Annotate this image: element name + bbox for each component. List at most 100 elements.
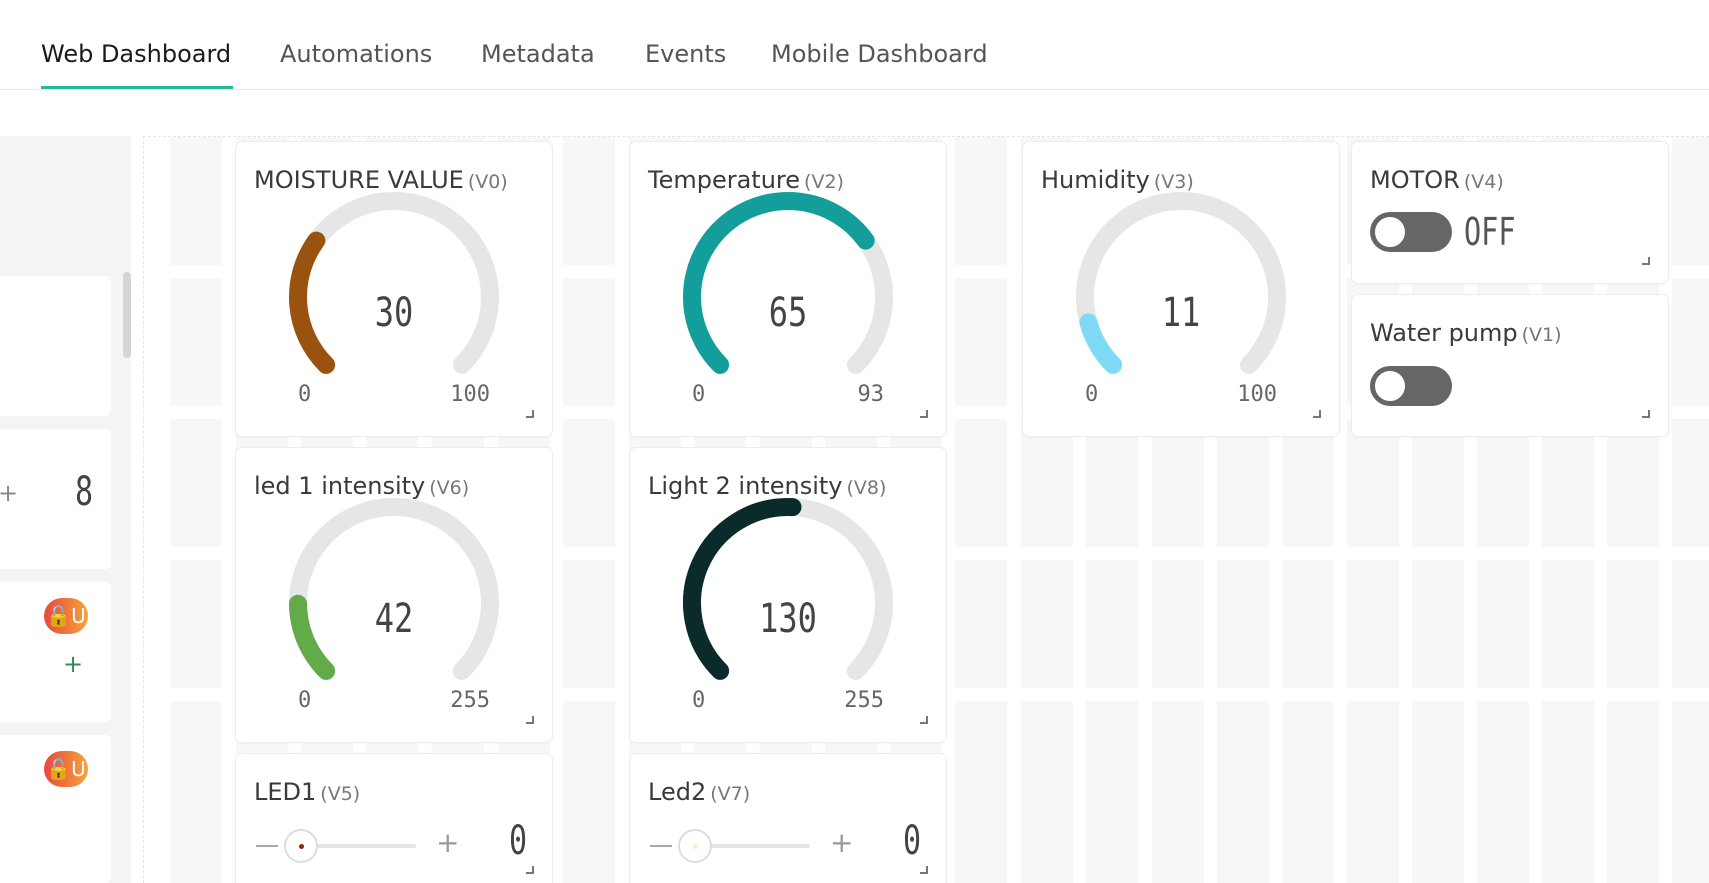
gauge-widget-moisture[interactable]: MOISTURE VALUE (V0) 30 0 100 — [236, 142, 552, 436]
widget-title: MOTOR (V4) — [1370, 166, 1504, 194]
grid-cell — [1672, 560, 1709, 688]
widget-box-panel: + 8 🔓U + 🔓U — [0, 136, 131, 883]
tab-mobile-dashboard[interactable]: Mobile Dashboard — [771, 40, 988, 68]
grid-cell — [1086, 419, 1138, 547]
motor-state-label: OFF — [1464, 210, 1516, 254]
grid-cell — [1152, 419, 1204, 547]
resize-handle-icon[interactable] — [526, 410, 534, 418]
gauge-value: 42 — [374, 596, 414, 642]
resize-handle-icon[interactable] — [920, 410, 928, 418]
water-pump-toggle-switch[interactable] — [1370, 366, 1452, 406]
resize-handle-icon[interactable] — [526, 866, 534, 874]
gauge-value: 11 — [1161, 290, 1201, 336]
active-tab-indicator — [41, 86, 233, 89]
grid-cell — [1282, 419, 1334, 547]
switch-widget-motor[interactable]: MOTOR (V4) OFF — [1352, 142, 1668, 283]
gauge-min-label: 0 — [692, 382, 706, 407]
grid-cell — [1607, 701, 1659, 883]
grid-cell — [1086, 560, 1138, 688]
unlock-badge-icon[interactable]: 🔓U — [44, 598, 88, 634]
gauge-min-label: 0 — [692, 688, 706, 713]
tab-metadata[interactable]: Metadata — [481, 40, 595, 68]
gauge-max-label: 100 — [450, 382, 490, 407]
widget-box-card[interactable]: + 8 — [0, 429, 111, 569]
slider-decrement-icon[interactable] — [650, 845, 672, 847]
grid-cell — [563, 137, 615, 265]
widget-title: Led2 (V7) — [648, 778, 751, 806]
resize-handle-icon[interactable] — [1642, 257, 1650, 265]
grid-cell — [1412, 419, 1464, 547]
slider-track[interactable] — [700, 844, 810, 848]
grid-cell — [1282, 701, 1334, 883]
resize-handle-icon[interactable] — [526, 716, 534, 724]
slider-thumb[interactable] — [678, 829, 712, 863]
slider-widget-led1[interactable]: LED1 (V5) + 0 — [236, 754, 552, 883]
slider-increment-icon[interactable]: + — [830, 826, 853, 859]
scrollbar[interactable] — [123, 272, 131, 358]
slider-thumb-dot — [693, 844, 698, 849]
slider-thumb[interactable] — [284, 829, 318, 863]
gauge-widget-light2-intensity[interactable]: Light 2 intensity (V8) 130 0 255 — [630, 448, 946, 742]
grid-cell — [1086, 701, 1138, 883]
gauge-track — [289, 192, 499, 374]
slider-widget-led2[interactable]: Led2 (V7) + 0 — [630, 754, 946, 883]
grid-cell — [170, 560, 222, 688]
grid-cell — [1672, 278, 1709, 406]
grid-cell — [955, 137, 1007, 265]
grid-cell — [1021, 701, 1073, 883]
grid-cell — [955, 419, 1007, 547]
add-widget-icon[interactable]: + — [63, 650, 83, 678]
slider-increment-icon[interactable]: + — [436, 826, 459, 859]
grid-cell — [563, 701, 615, 883]
gauge-dial — [683, 192, 893, 374]
grid-cell — [955, 560, 1007, 688]
resize-handle-icon[interactable] — [920, 866, 928, 874]
gauge-dial — [289, 498, 499, 680]
slider-value: 0 — [903, 818, 922, 864]
grid-cell — [1542, 701, 1594, 883]
widget-box-card[interactable]: 🔓U — [0, 735, 111, 883]
gauge-max-label: 255 — [450, 688, 490, 713]
switch-widget-water-pump[interactable]: Water pump (V1) — [1352, 295, 1668, 436]
grid-cell — [1217, 419, 1269, 547]
grid-cell — [1542, 560, 1594, 688]
grid-cell — [1347, 701, 1399, 883]
grid-cell — [1607, 560, 1659, 688]
stepper-plus-icon[interactable]: + — [0, 479, 18, 507]
grid-cell — [1477, 419, 1529, 547]
gauge-widget-humidity[interactable]: Humidity (V3) 11 0 100 — [1023, 142, 1339, 436]
grid-cell — [170, 278, 222, 406]
gauge-value: 130 — [759, 596, 817, 642]
grid-cell — [1412, 701, 1464, 883]
gauge-min-label: 0 — [1085, 382, 1099, 407]
gauge-fill-arc — [683, 192, 875, 374]
grid-cell — [1217, 560, 1269, 688]
grid-cell — [170, 701, 222, 883]
gauge-widget-led1-intensity[interactable]: led 1 intensity (V6) 42 0 255 — [236, 448, 552, 742]
slider-decrement-icon[interactable] — [256, 845, 278, 847]
grid-cell — [563, 560, 615, 688]
gauge-min-label: 0 — [298, 382, 312, 407]
unlock-badge-icon[interactable]: 🔓U — [44, 751, 88, 787]
grid-cell — [1347, 560, 1399, 688]
stepper-value: 8 — [75, 469, 94, 515]
gauge-widget-temperature[interactable]: Temperature (V2) 65 0 93 — [630, 142, 946, 436]
grid-cell — [563, 419, 615, 547]
grid-cell — [1021, 419, 1073, 547]
grid-cell — [955, 278, 1007, 406]
tab-events[interactable]: Events — [645, 40, 726, 68]
resize-handle-icon[interactable] — [920, 716, 928, 724]
tab-automations[interactable]: Automations — [280, 40, 432, 68]
grid-cell — [1152, 560, 1204, 688]
gauge-value: 30 — [374, 290, 414, 336]
grid-cell — [170, 419, 222, 547]
resize-handle-icon[interactable] — [1313, 410, 1321, 418]
widget-box-card[interactable] — [0, 276, 111, 416]
motor-toggle-switch[interactable] — [1370, 212, 1452, 252]
slider-track[interactable] — [306, 844, 416, 848]
widget-box-card[interactable]: 🔓U + — [0, 582, 111, 722]
resize-handle-icon[interactable] — [1642, 410, 1650, 418]
grid-cell — [1347, 419, 1399, 547]
grid-cell — [1607, 419, 1659, 547]
tab-web-dashboard[interactable]: Web Dashboard — [41, 40, 231, 68]
